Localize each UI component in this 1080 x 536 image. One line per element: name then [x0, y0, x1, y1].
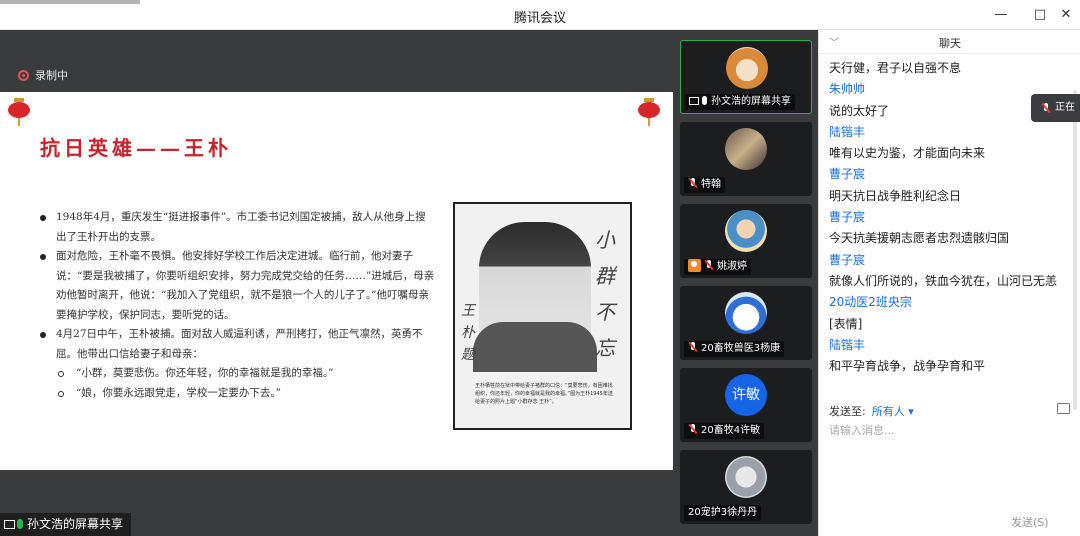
recording-label: 录制中 — [35, 69, 68, 82]
lantern-right-icon — [638, 98, 660, 126]
participant-tile[interactable]: 姚淑婷 — [680, 204, 812, 278]
participant-tile[interactable]: 许敏 20畜牧4许敏 — [680, 368, 812, 442]
slide-bullets: 1948年4月，重庆发生“挺进报事件”。市工委书记刘国定被捕，敌人从他身上搜出了… — [36, 208, 436, 403]
mic-on-icon — [702, 96, 707, 105]
mic-muted-icon — [704, 260, 714, 270]
recipient-select[interactable]: 所有人 ▾ — [872, 405, 914, 418]
participant-label: 20宠护3徐丹丹 — [684, 505, 762, 521]
participant-name: 20宠护3徐丹丹 — [688, 507, 758, 518]
sub-bullet-item: “娘，你要永远跟党走，学校一定要办下去。” — [36, 384, 436, 404]
send-to-label: 发送至: — [829, 405, 866, 418]
chat-title: 聊天 — [939, 37, 961, 50]
bullet-item: 4月27日中午，王朴被捕。面对敌人威逼利诱，严刑拷打，他正气凛然，英勇不屈。他带… — [36, 325, 436, 364]
window-title: 腾讯会议 — [513, 11, 566, 26]
chat-message-text: 今天抗美援朝志愿者忠烈遗骸归国 — [829, 231, 1010, 246]
slide-title: 抗日英雄——王朴 — [40, 136, 232, 160]
chat-message-text: 和平孕育战争，战争孕育和平 — [829, 359, 986, 374]
chat-scrollbar[interactable] — [1073, 90, 1077, 410]
participant-tile[interactable]: 20畜牧兽医3杨康 — [680, 286, 812, 360]
recording-indicator[interactable]: 录制中 — [18, 67, 68, 83]
screen-share-icon — [689, 97, 699, 105]
photo-caption: 王朴牺牲前在狱中带给妻子褚群的口信：“莫要悲伤，有困难找组织，你还年轻，你的幸福… — [475, 383, 613, 405]
participant-name: 20畜牧兽医3杨康 — [701, 343, 781, 354]
girl-avatar — [725, 210, 767, 252]
maximize-icon[interactable]: □ — [1029, 4, 1051, 26]
caret-down-icon: ▾ — [908, 405, 914, 418]
bullet-item: 1948年4月，重庆发生“挺进报事件”。市工委书记刘国定被捕，敌人从他身上搜出了… — [36, 208, 436, 247]
street-avatar — [725, 128, 767, 170]
recording-icon — [18, 70, 29, 81]
photo-signature: 小群不忘 — [595, 228, 615, 360]
participant-tile[interactable]: 特翰 — [680, 122, 812, 196]
chat-message-sender[interactable]: 曹子宸 — [829, 164, 1079, 185]
chat-message-sender[interactable]: 陆锴丰 — [829, 335, 1079, 356]
participant-label: 孙文浩的屏幕共享 — [685, 94, 795, 110]
photo-signature-left: 王朴题 — [461, 303, 475, 363]
chat-message-text: 唯有以史为鉴，才能面向未来 — [829, 146, 986, 161]
chat-message-sender[interactable]: 曹子宸 — [829, 250, 1079, 271]
close-icon[interactable]: ✕ — [1055, 4, 1077, 26]
participant-name: 姚淑婷 — [717, 261, 747, 272]
chat-message-text: 就像人们所说的，铁血今犹在，山河已无恙 — [829, 273, 1058, 288]
screen-share-icon — [4, 520, 15, 529]
anime-avatar — [725, 456, 767, 498]
user-badge-icon — [688, 259, 701, 272]
mic-muted-icon — [688, 342, 698, 352]
chat-message-sender[interactable]: 曹子宸 — [829, 207, 1079, 228]
minimize-icon[interactable]: — — [990, 4, 1012, 26]
participant-tile[interactable]: 20宠护3徐丹丹 — [680, 450, 812, 524]
sub-bullet-item: “小群，莫要悲伤。你还年轻，你的幸福就是我的幸福。” — [36, 364, 436, 384]
speaking-label: 正在 — [1055, 102, 1075, 113]
cartoon-avatar — [725, 292, 767, 334]
chat-message-text: 明天抗日战争胜利纪念日 — [829, 188, 962, 203]
screen-share-label: 孙文浩的屏幕共享 — [0, 513, 132, 536]
portrait-shirt — [473, 322, 597, 372]
top-edge-strip — [0, 0, 140, 4]
screen-share-owner: 孙文浩的屏幕共享 — [27, 517, 124, 531]
chat-message-sender[interactable]: 陆锴丰 — [829, 122, 1079, 143]
chat-message-sender[interactable]: 20动医2班央宗 — [829, 292, 1079, 313]
participant-label: 姚淑婷 — [684, 259, 751, 275]
mic-muted-icon — [688, 424, 698, 434]
title-bar: 腾讯会议 — □ ✕ — [0, 0, 1080, 30]
send-to-row: 发送至: 所有人 ▾ — [829, 403, 914, 419]
participant-tile[interactable]: 孙文浩的屏幕共享 — [680, 40, 812, 114]
lantern-left-icon — [8, 98, 30, 126]
recipient-value: 所有人 — [871, 405, 905, 418]
portrait-photo: 小群不忘 王朴题 王朴牺牲前在狱中带给妻子褚群的口信：“莫要悲伤，有困难找组织，… — [453, 202, 632, 430]
participant-label: 20畜牧4许敏 — [684, 423, 765, 439]
send-button[interactable]: 发送(S) — [1011, 514, 1049, 530]
shared-screen-area: 录制中 抗日英雄——王朴 1948年4月，重庆发生“挺进报事件”。市工委书记刘国… — [0, 30, 673, 536]
chat-input[interactable] — [829, 424, 1069, 437]
mic-muted-icon — [1041, 103, 1051, 113]
participant-list: 孙文浩的屏幕共享 特翰 姚淑婷 20畜牧兽医3杨康 许敏 20畜牧4许敏 20宠… — [673, 30, 818, 536]
text-avatar: 许敏 — [725, 374, 767, 416]
mic-on-icon — [17, 519, 23, 529]
participant-name: 孙文浩的屏幕共享 — [711, 96, 791, 107]
bullet-item: 面对危险，王朴毫不畏惧。他安排好学校工作后决定进城。临行前，他对妻子说：“要是我… — [36, 247, 436, 325]
presentation-slide: 抗日英雄——王朴 1948年4月，重庆发生“挺进报事件”。市工委书记刘国定被捕，… — [0, 92, 673, 470]
participant-label: 20畜牧兽医3杨康 — [684, 341, 785, 357]
chat-message-text: [表情] — [829, 316, 863, 331]
participant-name: 特翰 — [701, 179, 721, 190]
image-icon[interactable] — [1057, 403, 1070, 414]
participant-label: 特翰 — [684, 177, 725, 193]
chat-message-text: 天行健，君子以自强不息 — [829, 61, 962, 75]
chat-header: ﹀ 聊天 — [819, 30, 1080, 54]
mic-muted-icon — [688, 178, 698, 188]
participant-name: 20畜牧4许敏 — [701, 425, 761, 436]
dog-avatar — [726, 47, 768, 89]
speaking-indicator: 正在 — [1031, 94, 1080, 122]
